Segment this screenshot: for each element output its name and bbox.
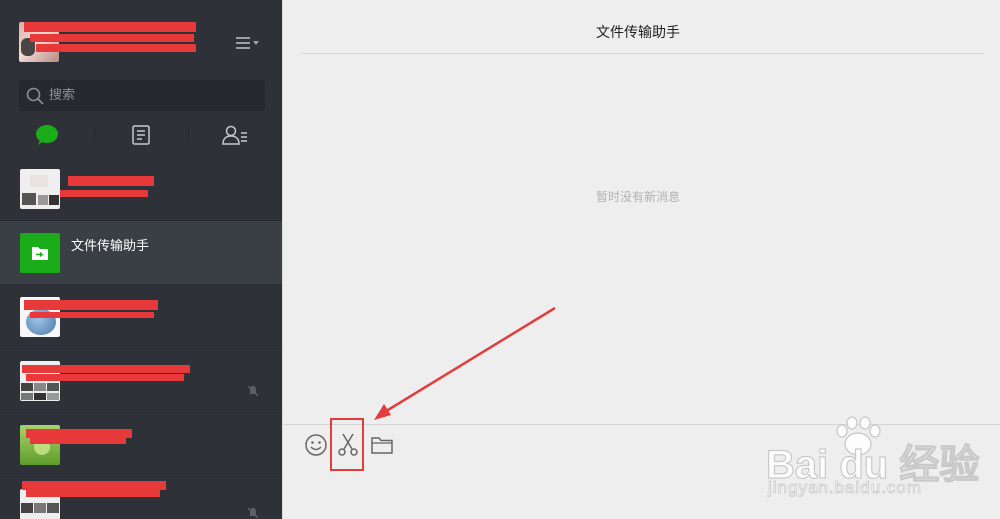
sidebar: 文件传输助手 [0,0,282,519]
profile-header [0,0,282,72]
conversation-list: 文件传输助手 [0,157,282,519]
redacted-name [30,437,126,444]
conversation-item[interactable] [0,157,282,221]
file-transfer-avatar [20,233,60,273]
article-icon [132,125,150,145]
search-icon [26,87,44,105]
redacted-name [26,374,184,381]
emoji-button[interactable] [303,432,329,458]
contacts-icon [222,125,247,145]
redacted-username [24,22,196,32]
redacted-name [60,190,148,197]
redacted-username-line [30,34,194,42]
empty-message: 暂时没有新消息 [595,190,680,204]
avatar [20,169,60,209]
redacted-name [68,176,154,186]
redacted-username-line [36,44,196,52]
chat-panel: 文件传输助手 暂时没有新消息 [282,0,1000,519]
folder-arrow-icon [32,247,48,260]
conversation-item[interactable] [0,349,282,413]
redacted-name [22,365,190,373]
conversation-item[interactable] [0,477,282,519]
conversation-name: 文件传输助手 [71,239,150,254]
chat-bubble-icon [36,125,58,145]
conversation-item[interactable] [0,413,282,477]
redacted-name [24,300,158,310]
title-divider [302,53,984,54]
nav-tabs [0,118,282,152]
send-file-button[interactable] [369,432,395,458]
wechat-window: 文件传输助手 [0,0,1000,519]
emoji-icon [305,434,327,456]
redacted-name [30,312,154,318]
folder-icon [371,437,393,454]
toolbar-divider [283,424,1000,425]
redacted-name [22,481,166,490]
conversation-item[interactable] [0,285,282,349]
tab-articles[interactable] [94,118,188,152]
mute-bell-icon [247,507,259,519]
search-input[interactable] [49,80,259,111]
redacted-name [26,490,160,497]
tab-chats[interactable] [0,118,94,152]
conversation-item-active[interactable]: 文件传输助手 [0,221,282,285]
annotation-highlight-box [330,418,364,471]
tab-contacts[interactable] [188,118,282,152]
chat-title: 文件传输助手 [596,25,680,41]
menu-button[interactable] [234,34,260,52]
search-box[interactable] [19,80,265,111]
mute-bell-icon [247,385,259,397]
